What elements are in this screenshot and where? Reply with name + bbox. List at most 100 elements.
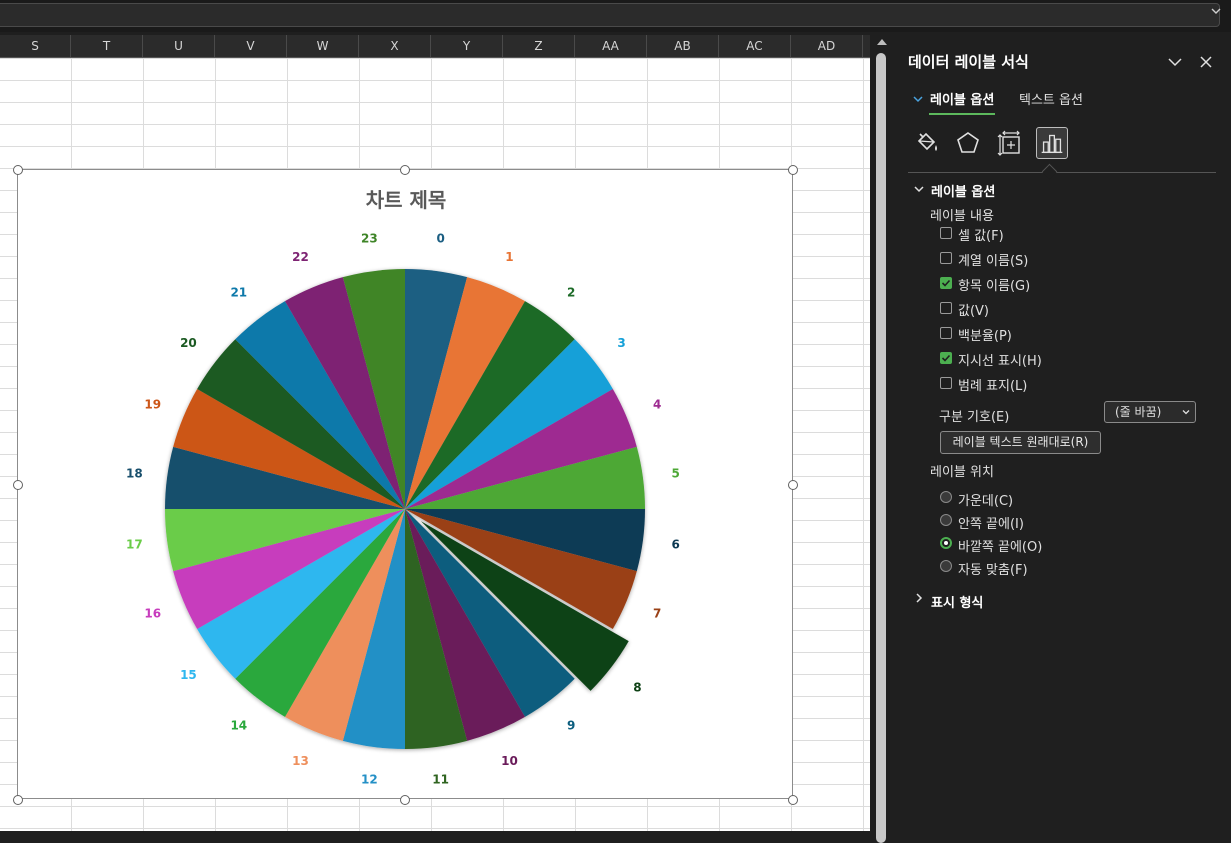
label-position-heading: 레이블 위치 — [930, 465, 994, 480]
radio-label[interactable]: 가운데(C) — [958, 490, 1013, 509]
data-label[interactable]: 11 — [432, 773, 449, 787]
resize-handle[interactable] — [788, 795, 798, 805]
chevron-down-icon[interactable] — [1209, 4, 1223, 18]
chevron-down-icon[interactable] — [914, 184, 924, 194]
reset-label-text-button[interactable]: 레이블 텍스트 원래대로(R) — [940, 431, 1101, 454]
column-header[interactable]: Z — [503, 35, 575, 57]
column-header[interactable]: V — [215, 35, 287, 57]
radio-center[interactable] — [940, 491, 952, 503]
data-label[interactable]: 2 — [567, 285, 575, 299]
data-label[interactable]: 8 — [633, 680, 641, 694]
data-label[interactable]: 3 — [617, 336, 625, 350]
formula-bar — [0, 0, 1231, 32]
data-label[interactable]: 23 — [361, 231, 378, 245]
resize-handle[interactable] — [13, 165, 23, 175]
data-label[interactable]: 4 — [653, 398, 661, 412]
pie-chart[interactable]: 차트 제목 0 1 2 3 4 5 6 7 8 9 10 11 12 13 14 15 16 17 18 19 20 21… — [17, 169, 793, 799]
checkmark-icon — [941, 279, 951, 287]
data-label[interactable]: 6 — [671, 538, 679, 552]
resize-handle[interactable] — [788, 480, 798, 490]
data-label[interactable]: 18 — [126, 466, 143, 480]
checkbox-series-name[interactable] — [940, 252, 952, 264]
radio-inside-end[interactable] — [940, 514, 952, 526]
divider — [908, 172, 1216, 173]
checkbox-label[interactable]: 셀 값(F) — [958, 225, 1004, 244]
radio-best-fit[interactable] — [940, 560, 952, 572]
data-label[interactable]: 1 — [505, 250, 513, 264]
checkbox-leader-lines[interactable] — [940, 352, 952, 364]
checkbox-label[interactable]: 백분율(P) — [958, 325, 1012, 344]
data-label[interactable]: 20 — [180, 336, 197, 350]
column-header[interactable]: U — [143, 35, 215, 57]
checkbox-value[interactable] — [940, 302, 952, 314]
data-label[interactable]: 12 — [361, 773, 378, 787]
pie-chart-plot[interactable]: 01234567891011121314151617181920212223 — [18, 170, 794, 800]
separator-dropdown[interactable]: (줄 바꿈) — [1104, 401, 1196, 423]
column-header[interactable]: AC — [719, 35, 791, 57]
column-header[interactable]: AA — [575, 35, 647, 57]
column-headers: S T U V W X Y Z AA AB AC AD — [0, 35, 870, 58]
data-label[interactable]: 5 — [671, 466, 679, 480]
size-properties-icon[interactable] — [994, 127, 1026, 159]
checkbox-percentage[interactable] — [940, 327, 952, 339]
checkbox-cell-value[interactable] — [940, 227, 952, 239]
radio-label[interactable]: 안쪽 끝에(I) — [958, 513, 1024, 532]
checkbox-label[interactable]: 지시선 표시(H) — [958, 350, 1042, 369]
data-label[interactable]: 17 — [126, 538, 143, 552]
pane-title: 데이터 레이블 서식 — [908, 53, 1029, 71]
column-header[interactable]: T — [71, 35, 143, 57]
checkbox-category-name[interactable] — [940, 277, 952, 289]
resize-handle[interactable] — [400, 795, 410, 805]
scroll-up-icon[interactable] — [877, 39, 887, 45]
chevron-down-icon[interactable] — [1166, 53, 1184, 71]
formula-input[interactable] — [0, 3, 1220, 27]
active-tab-indicator — [929, 113, 995, 115]
resize-handle[interactable] — [13, 795, 23, 805]
checkmark-icon — [941, 354, 951, 362]
divider-notch — [1041, 163, 1058, 180]
label-contains-heading: 레이블 내용 — [930, 209, 994, 224]
checkbox-label[interactable]: 범례 표지(L) — [958, 375, 1027, 394]
data-label[interactable]: 9 — [567, 719, 575, 733]
radio-outside-end[interactable] — [940, 537, 952, 549]
column-header[interactable]: W — [287, 35, 359, 57]
data-label[interactable]: 14 — [230, 719, 247, 733]
checkbox-label[interactable]: 계열 이름(S) — [958, 250, 1028, 269]
column-header[interactable]: AB — [647, 35, 719, 57]
format-data-labels-pane: 데이터 레이블 서식 레이블 옵션 텍스트 옵션 레이블 옵션 레이블 내용 셀 — [896, 35, 1231, 831]
resize-handle[interactable] — [788, 165, 798, 175]
data-label[interactable]: 7 — [653, 606, 661, 620]
close-icon[interactable] — [1197, 53, 1215, 71]
resize-handle[interactable] — [13, 480, 23, 490]
vertical-scrollbar[interactable] — [872, 35, 892, 843]
checkbox-label[interactable]: 항목 이름(G) — [958, 275, 1030, 294]
checkbox-label[interactable]: 값(V) — [958, 300, 989, 319]
column-header[interactable]: AD — [791, 35, 863, 57]
checkbox-legend-key[interactable] — [940, 377, 952, 389]
label-options-icon[interactable] — [1036, 127, 1068, 159]
separator-label: 구분 기호(E) — [939, 410, 1010, 425]
radio-label[interactable]: 자동 맞춤(F) — [958, 559, 1028, 578]
chevron-down-icon[interactable] — [912, 93, 924, 105]
radio-label[interactable]: 바깥쪽 끝에(O) — [958, 536, 1042, 555]
data-label[interactable]: 19 — [144, 398, 161, 412]
scrollbar-thumb[interactable] — [876, 53, 886, 843]
effects-icon[interactable] — [952, 127, 984, 159]
data-label[interactable]: 22 — [292, 250, 309, 264]
fill-line-icon[interactable] — [910, 127, 942, 159]
section-number[interactable]: 표시 형식 — [931, 592, 983, 611]
data-label[interactable]: 15 — [180, 668, 197, 682]
data-label[interactable]: 16 — [144, 606, 161, 620]
data-label[interactable]: 21 — [230, 285, 247, 299]
tab-text-options[interactable]: 텍스트 옵션 — [1019, 89, 1083, 108]
column-header[interactable]: X — [359, 35, 431, 57]
data-label[interactable]: 13 — [292, 754, 309, 768]
data-label[interactable]: 10 — [501, 754, 518, 768]
tab-label-options[interactable]: 레이블 옵션 — [930, 89, 994, 108]
column-header[interactable]: Y — [431, 35, 503, 57]
section-label-options[interactable]: 레이블 옵션 — [931, 181, 995, 200]
resize-handle[interactable] — [400, 165, 410, 175]
chevron-right-icon[interactable] — [914, 593, 924, 603]
column-header[interactable]: S — [0, 35, 71, 57]
data-label[interactable]: 0 — [436, 231, 444, 245]
